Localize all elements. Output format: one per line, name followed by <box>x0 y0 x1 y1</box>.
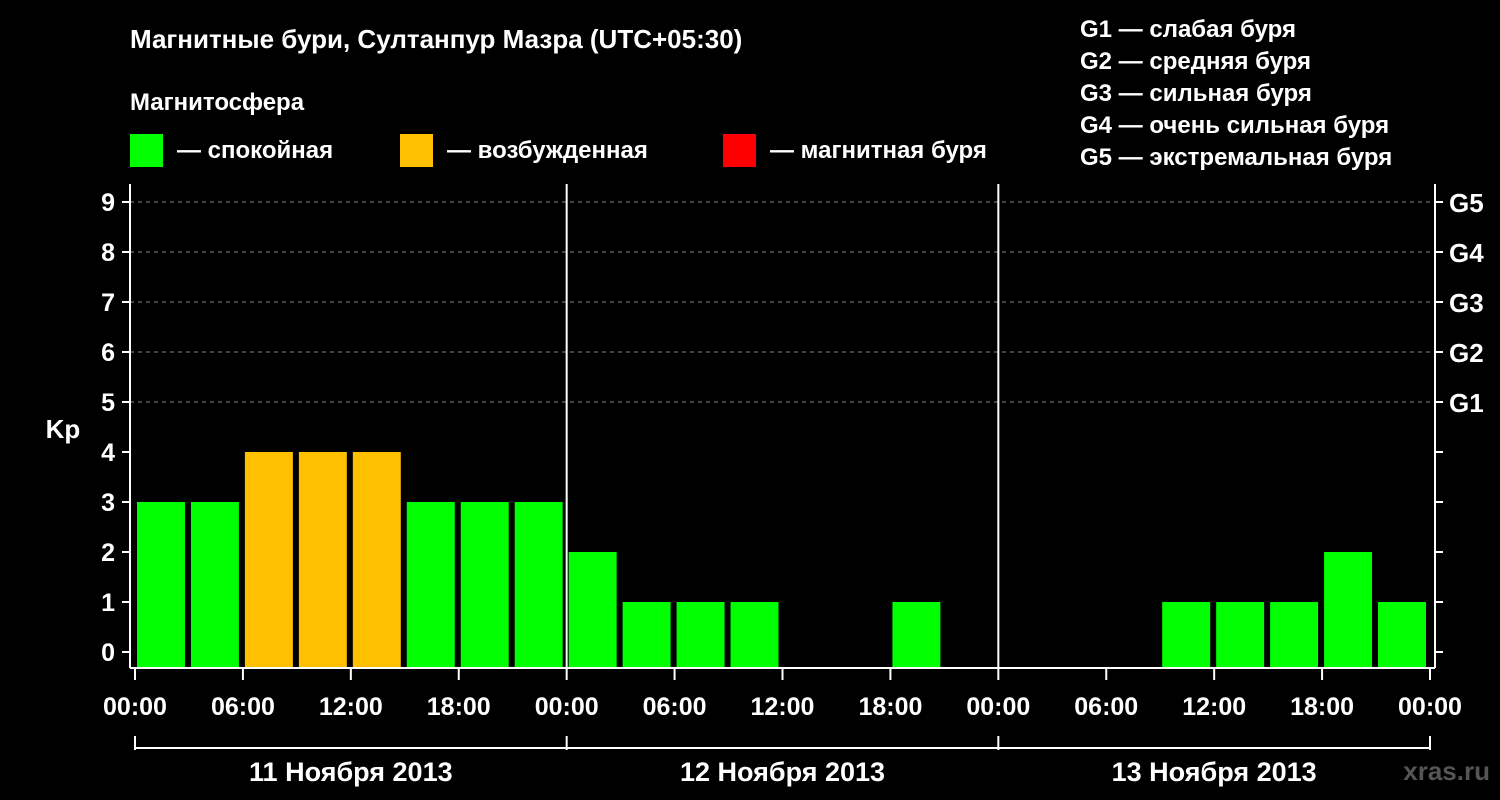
kp-bar <box>514 502 563 668</box>
kp-bar <box>244 452 293 668</box>
kp-chart: Магнитные бури, Султанпур Мазра (UTC+05:… <box>46 16 1490 787</box>
legend-swatch <box>723 134 756 167</box>
g-scale-item: G4 — очень сильная буря <box>1080 112 1389 139</box>
day-label: 11 Ноября 2013 <box>249 757 453 787</box>
g-tick-label: G1 <box>1449 388 1484 418</box>
kp-bar <box>137 502 185 668</box>
g-scale-item: G2 — средняя буря <box>1080 48 1311 75</box>
kp-bar <box>1270 602 1319 668</box>
x-tick-label: 06:00 <box>211 693 275 721</box>
legend-swatch <box>400 134 433 167</box>
g-scale-item: G3 — сильная буря <box>1080 80 1312 107</box>
y-axis-label: Kp <box>46 414 81 444</box>
x-tick-label: 18:00 <box>858 693 922 721</box>
kp-bar <box>298 452 347 668</box>
x-tick-label: 00:00 <box>966 693 1030 721</box>
y-tick-label: 0 <box>101 639 115 667</box>
legend-swatch <box>130 134 163 167</box>
kp-bar <box>1324 552 1373 668</box>
y-tick-labels: 0 1 2 3 4 5 6 7 8 9 <box>101 189 115 667</box>
kp-bar <box>406 502 455 668</box>
day-label: 12 Ноября 2013 <box>680 757 885 787</box>
g-tick-label: G3 <box>1449 288 1484 318</box>
y-tick-label: 2 <box>101 539 115 567</box>
legend-label: — магнитная буря <box>770 137 987 164</box>
y-tick-label: 4 <box>101 439 115 467</box>
day-labels: 11 Ноября 2013 12 Ноября 2013 13 Ноября 20… <box>249 757 1317 787</box>
kp-bar <box>1216 602 1265 668</box>
kp-bar <box>1378 602 1426 668</box>
x-tick-label: 06:00 <box>643 693 707 721</box>
g-tick-label: G5 <box>1449 188 1484 218</box>
y-tick-label: 9 <box>101 189 115 217</box>
chart-title: Магнитные бури, Султанпур Мазра (UTC+05:… <box>130 24 742 54</box>
legend-label: — спокойная <box>177 137 333 164</box>
x-tick-label: 18:00 <box>1290 693 1354 721</box>
g-tick-label: G4 <box>1449 238 1484 268</box>
g-scale-item: G5 — экстремальная буря <box>1080 144 1392 171</box>
g-tick-labels: G1 G2 G3 G4 G5 <box>1449 188 1484 418</box>
kp-bar <box>676 602 725 668</box>
kp-bar <box>622 602 671 668</box>
watermark: xras.ru <box>1403 756 1490 786</box>
kp-bar <box>460 502 509 668</box>
y-tick-label: 7 <box>101 289 115 317</box>
legend-label: — возбужденная <box>447 137 648 164</box>
x-tick-label: 06:00 <box>1074 693 1138 721</box>
x-tick-labels: 00:00 06:00 12:00 18:00 00:00 06:00 12:00 18:00… <box>103 693 1462 721</box>
kp-bar <box>352 452 401 668</box>
y-tick-label: 1 <box>101 589 115 617</box>
y-tick-label: 8 <box>101 239 115 267</box>
kp-bar <box>1162 602 1211 668</box>
x-tick-label: 12:00 <box>319 693 383 721</box>
g-tick-label: G2 <box>1449 338 1484 368</box>
y-tick-label: 6 <box>101 339 115 367</box>
x-tick-label: 12:00 <box>1182 693 1246 721</box>
legend: — спокойная — возбужденная — магнитная бур… <box>130 134 987 167</box>
day-label: 13 Ноября 2013 <box>1112 757 1317 787</box>
y-tick-label: 5 <box>101 389 115 417</box>
x-tick-label: 00:00 <box>1398 693 1462 721</box>
x-tick-label: 18:00 <box>427 693 491 721</box>
g-scale-item: G1 — слабая буря <box>1080 16 1296 43</box>
grid <box>130 201 1435 403</box>
x-tick-label: 12:00 <box>751 693 815 721</box>
kp-bar <box>730 602 779 668</box>
x-tick-label: 00:00 <box>103 693 167 721</box>
kp-bar <box>190 502 239 668</box>
x-tick-label: 00:00 <box>535 693 599 721</box>
kp-bar <box>892 602 941 668</box>
kp-bar <box>568 552 617 668</box>
bars <box>137 452 1426 668</box>
g-scale-legend: G1 — слабая буря G2 — средняя буря G3 — си… <box>1080 16 1392 171</box>
y-tick-label: 3 <box>101 489 115 517</box>
legend-title: Магнитосфера <box>130 89 305 116</box>
